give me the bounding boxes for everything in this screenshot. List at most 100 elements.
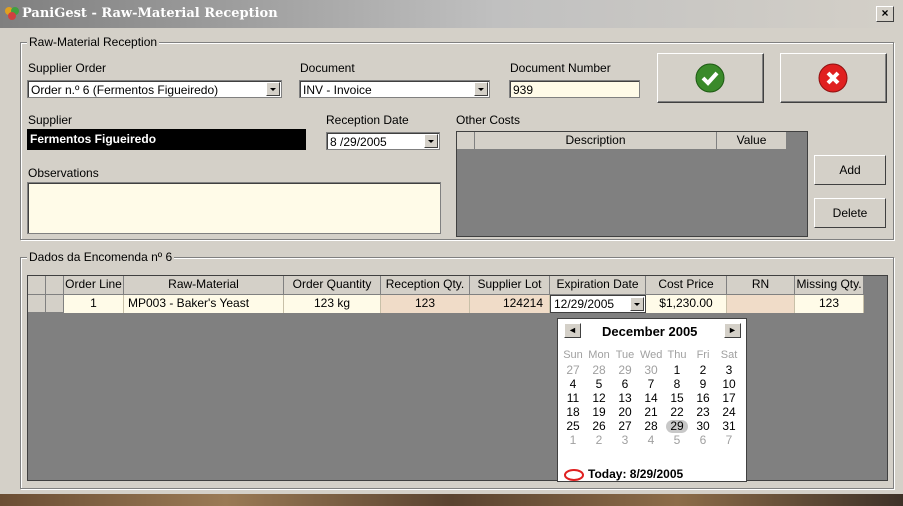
add-button[interactable]: Add — [814, 155, 886, 185]
column-header-order-line[interactable]: Order Line — [64, 276, 124, 295]
cancel-button[interactable] — [780, 53, 887, 103]
calendar-day[interactable]: 10 — [718, 378, 740, 391]
reception-date-label: Reception Date — [326, 113, 409, 127]
cell-rn[interactable] — [727, 295, 795, 313]
calendar-day[interactable]: 4 — [640, 434, 662, 447]
table-row[interactable]: 1 MP003 - Baker's Yeast 123 kg 123 12421… — [28, 295, 864, 313]
calendar-day[interactable]: 26 — [588, 420, 610, 433]
calendar-day[interactable]: 8 — [666, 378, 688, 391]
column-header-missing-qty[interactable]: Missing Qty. — [795, 276, 864, 295]
calendar-day[interactable]: 29 — [666, 420, 688, 433]
calendar-day[interactable]: 14 — [640, 392, 662, 405]
document-number-field[interactable]: 939 — [509, 80, 640, 98]
calendar-day[interactable]: 22 — [666, 406, 688, 419]
accept-button[interactable] — [657, 53, 764, 103]
calendar-day[interactable]: 5 — [666, 434, 688, 447]
calendar-day[interactable]: 17 — [718, 392, 740, 405]
calendar-day[interactable]: 13 — [614, 392, 636, 405]
calendar-month-title[interactable]: December 2005 — [602, 324, 697, 339]
chevron-down-icon[interactable] — [630, 297, 644, 311]
calendar-day[interactable]: 4 — [562, 378, 584, 391]
column-header-raw-material[interactable]: Raw-Material — [124, 276, 284, 295]
cell-expiration-date[interactable]: 12/29/2005 — [550, 295, 646, 313]
column-header-value[interactable]: Value — [717, 132, 787, 150]
calendar-day[interactable]: 15 — [666, 392, 688, 405]
cell-cost-price[interactable]: $1,230.00 — [646, 295, 727, 313]
column-header-cost-price[interactable]: Cost Price — [646, 276, 727, 295]
close-icon[interactable]: × — [876, 6, 894, 22]
calendar-day[interactable]: 6 — [614, 378, 636, 391]
document-number-label: Document Number — [510, 61, 611, 75]
calendar-day[interactable]: 24 — [718, 406, 740, 419]
cell-supplier-lot[interactable]: 124214 — [470, 295, 550, 313]
column-header-supplier-lot[interactable]: Supplier Lot — [470, 276, 550, 295]
column-header-rn[interactable]: RN — [727, 276, 795, 295]
calendar-dropdown[interactable]: ◄ December 2005 ► Sun Mon Tue Wed Thu Fri Sat … — [557, 318, 747, 482]
column-header-description[interactable]: Description — [475, 132, 717, 150]
order-group-label: Dados da Encomenda nº 6 — [27, 250, 175, 264]
calendar-day[interactable]: 21 — [640, 406, 662, 419]
supplier-value: Fermentos Figueiredo — [30, 132, 157, 146]
calendar-day[interactable]: 30 — [640, 364, 662, 377]
column-header-order-quantity[interactable]: Order Quantity — [284, 276, 381, 295]
calendar-day[interactable]: 27 — [614, 420, 636, 433]
chevron-down-icon[interactable] — [424, 134, 438, 148]
calendar-day[interactable]: 18 — [562, 406, 584, 419]
row-selector-2[interactable] — [46, 295, 64, 313]
calendar-day[interactable]: 1 — [562, 434, 584, 447]
calendar-weekday: Thu — [667, 349, 687, 361]
calendar-day[interactable]: 3 — [718, 364, 740, 377]
today-link[interactable]: Today: 8/29/2005 — [588, 467, 683, 481]
column-header-reception-qty[interactable]: Reception Qty. — [381, 276, 470, 295]
cell-order-quantity[interactable]: 123 kg — [284, 295, 381, 313]
calendar-day[interactable]: 28 — [640, 420, 662, 433]
prev-month-button[interactable]: ◄ — [564, 323, 581, 338]
chevron-down-icon[interactable] — [474, 82, 488, 96]
calendar-day[interactable]: 16 — [692, 392, 714, 405]
calendar-day[interactable]: 25 — [562, 420, 584, 433]
calendar-day[interactable]: 7 — [640, 378, 662, 391]
calendar-day[interactable]: 2 — [588, 434, 610, 447]
reception-date-picker[interactable]: 8 /29/2005 — [326, 132, 440, 150]
supplier-order-select[interactable]: Order n.º 6 (Fermentos Figueiredo) — [27, 80, 282, 98]
column-header-expiration-date[interactable]: Expiration Date — [550, 276, 646, 295]
calendar-day[interactable]: 28 — [588, 364, 610, 377]
calendar-day[interactable]: 9 — [692, 378, 714, 391]
calendar-day[interactable]: 29 — [614, 364, 636, 377]
calendar-day[interactable]: 19 — [588, 406, 610, 419]
title-bar[interactable]: PaniGest - Raw-Material Reception × — [0, 0, 903, 28]
calendar-day[interactable]: 20 — [614, 406, 636, 419]
calendar-day[interactable]: 23 — [692, 406, 714, 419]
calendar-day[interactable]: 5 — [588, 378, 610, 391]
cell-order-line[interactable]: 1 — [64, 295, 124, 313]
expiration-date-value: 12/29/2005 — [554, 297, 615, 311]
calendar-day[interactable]: 11 — [562, 392, 584, 405]
chevron-down-icon[interactable] — [266, 82, 280, 96]
delete-button[interactable]: Delete — [814, 198, 886, 228]
calendar-day[interactable]: 1 — [666, 364, 688, 377]
other-costs-grid[interactable]: Description Value — [456, 131, 808, 237]
calendar-day[interactable]: 12 — [588, 392, 610, 405]
cell-raw-material[interactable]: MP003 - Baker's Yeast — [124, 295, 284, 313]
document-select[interactable]: INV - Invoice — [299, 80, 490, 98]
row-selector[interactable] — [28, 295, 46, 313]
next-month-button[interactable]: ► — [724, 323, 741, 338]
order-grid[interactable]: Order Line Raw-Material Order Quantity R… — [27, 275, 888, 481]
calendar-day[interactable]: 31 — [718, 420, 740, 433]
calendar-day[interactable]: 27 — [562, 364, 584, 377]
calendar-day[interactable]: 7 — [718, 434, 740, 447]
supplier-order-value: Order n.º 6 (Fermentos Figueiredo) — [31, 83, 219, 97]
calendar-day[interactable]: 2 — [692, 364, 714, 377]
cell-missing-qty[interactable]: 123 — [795, 295, 864, 313]
document-value: INV - Invoice — [303, 83, 372, 97]
calendar-day[interactable]: 6 — [692, 434, 714, 447]
calendar-day[interactable]: 30 — [692, 420, 714, 433]
document-label: Document — [300, 61, 355, 75]
observations-field[interactable] — [27, 182, 441, 234]
calendar-day[interactable]: 3 — [614, 434, 636, 447]
grid-corner — [28, 276, 46, 295]
observations-label: Observations — [28, 166, 99, 180]
grid-corner-2 — [46, 276, 64, 295]
cell-reception-qty[interactable]: 123 — [381, 295, 470, 313]
calendar-weekday: Mon — [588, 349, 610, 361]
